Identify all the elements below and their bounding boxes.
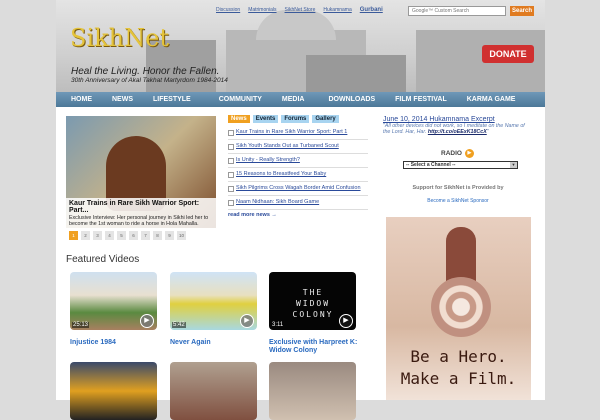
page: Discussion Matrimonials SikhNet Store Hu… (56, 0, 545, 420)
radio: RADIO ▶ (441, 149, 474, 158)
top-link[interactable]: Hukamnama (323, 7, 351, 13)
featured-videos-heading: Featured Videos (66, 254, 140, 265)
main-nav: HOME NEWS LIFESTYLE COMMUNITY MEDIA DOWN… (56, 92, 545, 107)
video-title[interactable]: Never Again (170, 339, 260, 347)
subtagline: 30th Anniversary of Akal Takhat Martyrdo… (71, 77, 228, 84)
video-thumb[interactable] (269, 362, 356, 420)
quote-end: " (486, 129, 489, 135)
pager-item[interactable]: 6 (129, 231, 138, 240)
video-thumb[interactable]: THE WIDOW COLONY 3:11 ▶ (269, 272, 356, 330)
pager-item[interactable]: 2 (81, 231, 90, 240)
sponsor-link[interactable]: Become a SikhNet Sponsor (383, 198, 533, 204)
tab-forums[interactable]: Forums (281, 115, 310, 123)
news-item[interactable]: 15 Reasons to Breastfeed Your Baby (228, 168, 368, 182)
play-icon[interactable]: ▶ (140, 314, 154, 328)
slide-caption: Kaur Trains in Rare Sikh Warrior Sport: … (66, 198, 216, 228)
top-link[interactable]: Matrimonials (248, 7, 276, 13)
top-link[interactable]: SikhNet Store (285, 7, 316, 13)
nav-downloads[interactable]: DOWNLOADS (328, 96, 375, 103)
news-item[interactable]: Is Unity - Really Strength? (228, 154, 368, 168)
hukamnama-quote: "All other devices did not work, so I me… (383, 123, 533, 135)
tab-news[interactable]: News (228, 115, 250, 123)
featured-slide[interactable]: Kaur Trains in Rare Sikh Warrior Sport: … (66, 116, 216, 228)
news-tabs: News Events Forums Gallery (228, 115, 339, 123)
logo[interactable]: SikhNet (70, 24, 169, 52)
nav-film-festival[interactable]: FILM FESTIVAL (395, 96, 447, 103)
pager-item[interactable]: 8 (153, 231, 162, 240)
nav-lifestyle[interactable]: LIFESTYLE (153, 96, 191, 103)
select-value: -- Select a Channel -- (406, 162, 456, 168)
tagline: Heal the Living. Honor the Fallen. (71, 66, 220, 77)
pager-item[interactable]: 7 (141, 231, 150, 240)
nav-news[interactable]: NEWS (112, 96, 133, 103)
pager-item[interactable]: 1 (69, 231, 78, 240)
tab-events[interactable]: Events (252, 115, 279, 123)
nav-community[interactable]: COMMUNITY (219, 96, 262, 103)
video-thumb[interactable]: 25:13 ▶ (70, 272, 157, 330)
video-title[interactable]: Injustice 1984 (70, 339, 160, 347)
news-item[interactable]: Kaur Trains in Rare Sikh Warrior Sport: … (228, 126, 368, 140)
thumb-text: THE WIDOW COLONY (292, 288, 334, 319)
play-icon[interactable]: ▶ (339, 314, 353, 328)
pager-item[interactable]: 5 (117, 231, 126, 240)
nav-media[interactable]: MEDIA (282, 96, 305, 103)
video-duration: 5:42 (172, 322, 186, 328)
donate-button[interactable]: DONATE (482, 45, 534, 63)
news-item[interactable]: Sikh Youth Stands Out as Turbaned Scout (228, 140, 368, 154)
video-thumb[interactable] (70, 362, 157, 420)
video-duration: 3:11 (272, 322, 284, 328)
nav-home[interactable]: HOME (71, 96, 92, 103)
top-links: Discussion Matrimonials SikhNet Store Hu… (216, 7, 383, 13)
read-more-news-link[interactable]: read more news → (228, 212, 277, 218)
news-item[interactable]: Sikh Pilgrims Cross Wagah Border Amid Co… (228, 182, 368, 196)
top-link[interactable]: Gurbani (360, 7, 383, 13)
video-thumb[interactable] (170, 362, 257, 420)
hukamnama: June 10, 2014 Hukamnama Excerpt "All oth… (383, 116, 533, 135)
search-button[interactable]: Search (510, 6, 534, 16)
play-icon[interactable]: ▶ (464, 149, 474, 158)
news-item[interactable]: Naam Nidhaan: Sikh Board Game (228, 196, 368, 210)
header-banner: Discussion Matrimonials SikhNet Store Hu… (56, 0, 545, 92)
news-list: Kaur Trains in Rare Sikh Warrior Sport: … (228, 126, 368, 210)
ad-line1: Be a Hero. (410, 347, 507, 366)
play-icon[interactable]: ▶ (240, 314, 254, 328)
search-input[interactable]: Google™ Custom Search (408, 6, 506, 16)
pager-item[interactable]: 9 (165, 231, 174, 240)
video-title[interactable]: Exclusive with Harpreet K: Widow Colony (269, 339, 359, 355)
video-duration: 25:13 (72, 322, 90, 328)
film-ad-banner[interactable]: Be a Hero. Make a Film. (386, 217, 531, 400)
pager-item[interactable]: 10 (177, 231, 186, 240)
dropdown-arrow-icon[interactable]: ▼ (510, 162, 517, 168)
pager-item[interactable]: 3 (93, 231, 102, 240)
radio-label: RADIO (441, 150, 462, 157)
ad-line2: Make a Film. (400, 369, 517, 388)
video-thumb[interactable]: 5:42 ▶ (170, 272, 257, 330)
shield-image (431, 277, 491, 337)
channel-select[interactable]: -- Select a Channel -- ▼ (403, 161, 518, 169)
top-link[interactable]: Discussion (216, 7, 240, 13)
hukamnama-link[interactable]: http://t.co/oEExK18CcX (428, 129, 487, 135)
nav-karma-game[interactable]: KARMA GAME (467, 96, 516, 103)
tab-gallery[interactable]: Gallery (312, 115, 339, 123)
hukamnama-title[interactable]: June 10, 2014 Hukamnama Excerpt (383, 116, 533, 123)
slide-title[interactable]: Kaur Trains in Rare Sikh Warrior Sport: … (69, 200, 213, 214)
support-text: Support for SikhNet is Provided by (412, 185, 504, 191)
pager-item[interactable]: 4 (105, 231, 114, 240)
slide-pager: 1 2 3 4 5 6 7 8 9 10 (69, 231, 186, 240)
slide-desc: Exclusive Interview: Her personal journe… (69, 215, 209, 227)
